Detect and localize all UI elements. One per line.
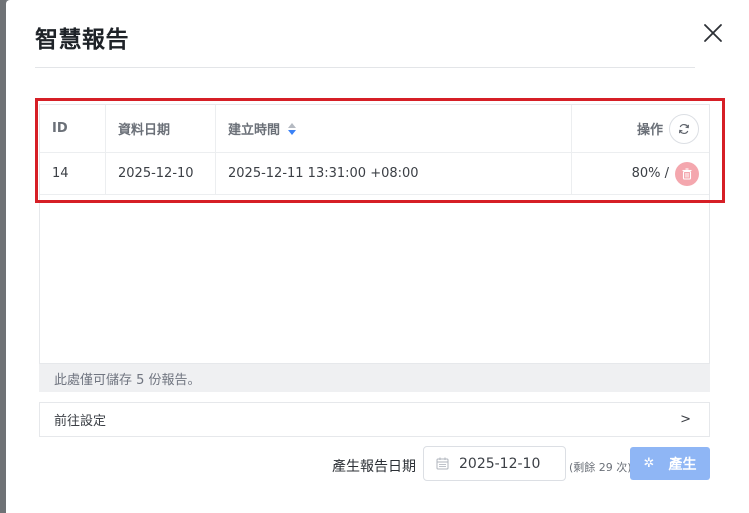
report-table: ID 資料日期 建立時間 操作 14 2025-12-10 2025-12-11… xyxy=(39,104,710,364)
cell-data-date: 2025-12-10 xyxy=(106,153,216,194)
go-to-settings-link[interactable]: 前往設定 > xyxy=(39,402,710,437)
delete-report-button[interactable] xyxy=(675,161,699,186)
calendar-icon xyxy=(436,457,449,470)
settings-label: 前往設定 xyxy=(54,414,107,429)
refresh-icon xyxy=(679,123,689,134)
close-button[interactable] xyxy=(702,22,724,44)
spinner-icon: ✲ xyxy=(643,456,655,471)
column-header-actions: 操作 xyxy=(572,105,709,152)
sort-ascending-icon xyxy=(288,122,297,128)
sort-descending-icon xyxy=(288,129,297,135)
table-row: 14 2025-12-10 2025-12-11 13:31:00 +08:00… xyxy=(40,153,709,195)
remaining-count: (剩餘 29 次) xyxy=(569,461,632,474)
header-divider xyxy=(35,67,695,68)
cell-actions: 80% / xyxy=(572,153,709,194)
report-date-value: 2025-12-10 xyxy=(459,455,541,472)
close-icon xyxy=(704,24,722,42)
cell-created-at: 2025-12-11 13:31:00 +08:00 xyxy=(216,153,572,194)
refresh-button[interactable] xyxy=(669,113,699,144)
column-header-actions-label: 操作 xyxy=(636,123,663,138)
report-progress-status: 80% / xyxy=(631,166,669,181)
column-header-data-date: 資料日期 xyxy=(106,105,216,152)
smart-report-dialog: 智慧報告 ID 資料日期 建立時間 操作 14 2025-12-10 2025-… xyxy=(6,0,749,513)
column-header-created-at[interactable]: 建立時間 xyxy=(216,105,572,152)
chevron-right-icon: > xyxy=(680,412,691,427)
storage-limit-note: 此處僅可儲存 5 份報告。 xyxy=(39,364,710,392)
generate-button-label: 產生 xyxy=(668,456,697,473)
generate-date-label: 產生報告日期 xyxy=(332,459,416,475)
table-header-row: ID 資料日期 建立時間 操作 xyxy=(40,105,709,153)
column-header-created-at-label: 建立時間 xyxy=(228,123,281,138)
trash-icon xyxy=(682,167,692,180)
report-date-picker[interactable]: 2025-12-10 xyxy=(423,446,566,481)
generate-report-button[interactable]: ✲ 產生 xyxy=(630,447,710,480)
sort-icon[interactable] xyxy=(288,122,297,135)
column-header-id: ID xyxy=(40,105,106,152)
dialog-title: 智慧報告 xyxy=(35,27,129,53)
cell-id: 14 xyxy=(40,153,106,194)
